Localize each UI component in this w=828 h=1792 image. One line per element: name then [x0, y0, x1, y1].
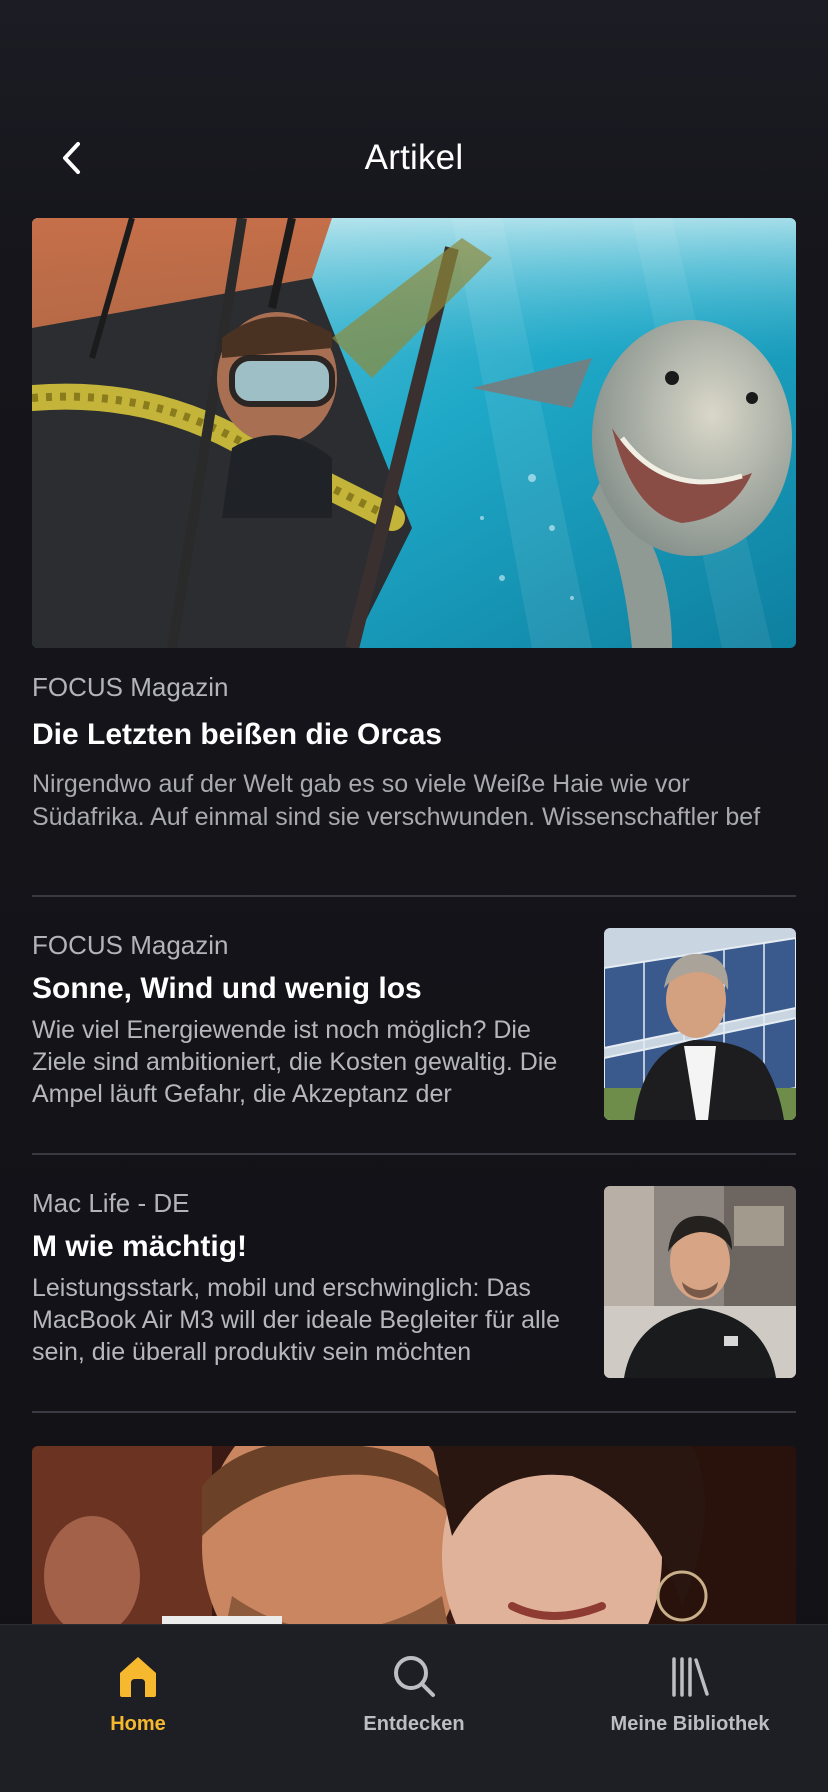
article-title: Sonne, Wind und wenig los: [32, 972, 422, 1005]
article-thumbnail: [604, 1186, 796, 1378]
tab-label: Entdecken: [363, 1713, 465, 1735]
page-title: Artikel: [364, 138, 464, 177]
article-screen: Artikel FOCUS Magazin Die Letzten beißen…: [0, 0, 828, 1792]
tab-bar: Home Entdecken Meine Bibliothek: [0, 1624, 828, 1792]
couple-photo-image: [32, 1446, 796, 1646]
tab-home[interactable]: Home: [0, 1651, 276, 1736]
article-source: FOCUS Magazin: [32, 672, 229, 702]
article-text: FOCUS Magazin Sonne, Wind und wenig los …: [32, 928, 572, 1110]
tab-label: Home: [110, 1713, 166, 1735]
nav-header: Artikel: [0, 120, 828, 196]
article-source: Mac Life - DE: [32, 1188, 190, 1218]
man-portrait-image: [604, 1186, 796, 1378]
article-description: Wie viel Energiewende ist noch möglich? …: [32, 1016, 558, 1108]
divider: [32, 895, 796, 897]
home-icon: [120, 1657, 156, 1697]
article-title: M wie mächtig!: [32, 1230, 248, 1263]
search-icon: [394, 1656, 435, 1697]
politician-solar-image: [604, 928, 796, 1120]
article-image[interactable]: [32, 1446, 796, 1646]
shark-diver-image: [32, 218, 796, 648]
tab-library[interactable]: Meine Bibliothek: [552, 1651, 828, 1736]
featured-article[interactable]: FOCUS Magazin Die Letzten beißen die Orc…: [32, 670, 796, 834]
tab-label: Meine Bibliothek: [610, 1713, 770, 1735]
list-item[interactable]: FOCUS Magazin Sonne, Wind und wenig los …: [32, 928, 796, 1124]
article-title: Die Letzten beißen die Orcas: [32, 718, 443, 751]
library-icon: [672, 1657, 709, 1697]
article-thumbnail: [604, 928, 796, 1120]
article-source: FOCUS Magazin: [32, 930, 229, 960]
article-description: Nirgendwo auf der Welt gab es so viele W…: [32, 770, 761, 831]
divider: [32, 1411, 796, 1413]
tab-discover[interactable]: Entdecken: [276, 1651, 552, 1736]
featured-article-image[interactable]: [32, 218, 796, 648]
article-text: Mac Life - DE M wie mächtig! Leistungsst…: [32, 1186, 572, 1368]
article-description: Leistungsstark, mobil und erschwinglich:…: [32, 1274, 561, 1366]
divider: [32, 1153, 796, 1155]
list-item[interactable]: Mac Life - DE M wie mächtig! Leistungsst…: [32, 1186, 796, 1382]
